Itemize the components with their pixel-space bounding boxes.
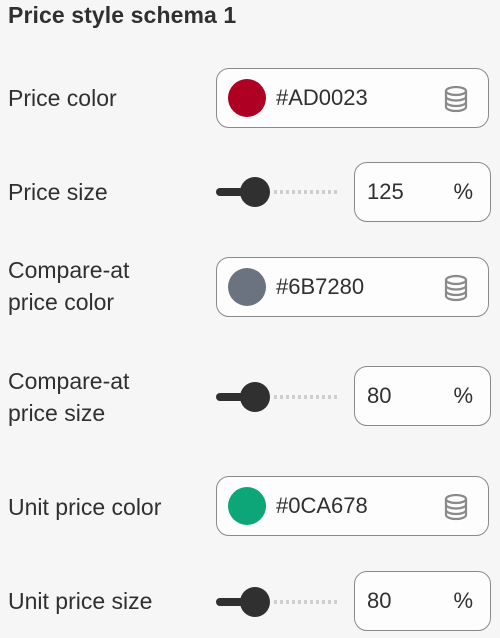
slider-thumb[interactable]: [240, 177, 270, 207]
price-size-label: Price size: [8, 179, 108, 205]
unit-color-field[interactable]: #0CA678: [216, 476, 489, 536]
slider-track[interactable]: [274, 600, 340, 604]
percent-unit: %: [453, 588, 473, 613]
slider-track[interactable]: [274, 395, 340, 399]
compare-size-slider[interactable]: [216, 380, 340, 414]
database-icon[interactable]: [443, 85, 469, 113]
compare-size-label-line2: price size: [8, 400, 106, 426]
price-color-field[interactable]: #AD0023: [216, 68, 489, 128]
database-icon[interactable]: [443, 493, 469, 521]
compare-size-label: Compare-at price size: [8, 365, 129, 429]
price-size-slider[interactable]: [216, 175, 340, 209]
compare-color-hex[interactable]: #6B7280: [276, 273, 364, 301]
compare-size-label-line1: Compare-at: [8, 368, 130, 394]
percent-unit: %: [453, 383, 473, 408]
price-color-label: Price color: [8, 85, 117, 111]
unit-size-slider[interactable]: [216, 585, 340, 619]
compare-size-input[interactable]: 80 %: [354, 366, 491, 426]
compare-color-label-line2: price color: [8, 289, 115, 315]
unit-color-hex[interactable]: #0CA678: [276, 492, 368, 520]
price-color-swatch[interactable]: [228, 79, 266, 117]
compare-color-label-line1: Compare-at: [8, 257, 130, 283]
compare-color-field[interactable]: #6B7280: [216, 257, 489, 317]
unit-size-value[interactable]: 80: [367, 587, 391, 615]
price-size-value[interactable]: 125: [367, 178, 404, 206]
slider-track[interactable]: [274, 190, 340, 194]
compare-size-value[interactable]: 80: [367, 382, 391, 410]
price-size-input[interactable]: 125 %: [354, 162, 491, 222]
percent-unit: %: [453, 179, 473, 204]
unit-color-swatch[interactable]: [228, 487, 266, 525]
unit-size-label: Unit price size: [8, 588, 153, 614]
unit-color-label: Unit price color: [8, 494, 162, 520]
price-color-hex[interactable]: #AD0023: [276, 84, 368, 112]
compare-color-swatch[interactable]: [228, 268, 266, 306]
database-icon[interactable]: [443, 274, 469, 302]
slider-thumb[interactable]: [240, 382, 270, 412]
compare-color-label: Compare-at price color: [8, 254, 129, 318]
slider-thumb[interactable]: [240, 587, 270, 617]
section-title: Price style schema 1: [8, 2, 237, 28]
unit-size-input[interactable]: 80 %: [354, 571, 491, 631]
